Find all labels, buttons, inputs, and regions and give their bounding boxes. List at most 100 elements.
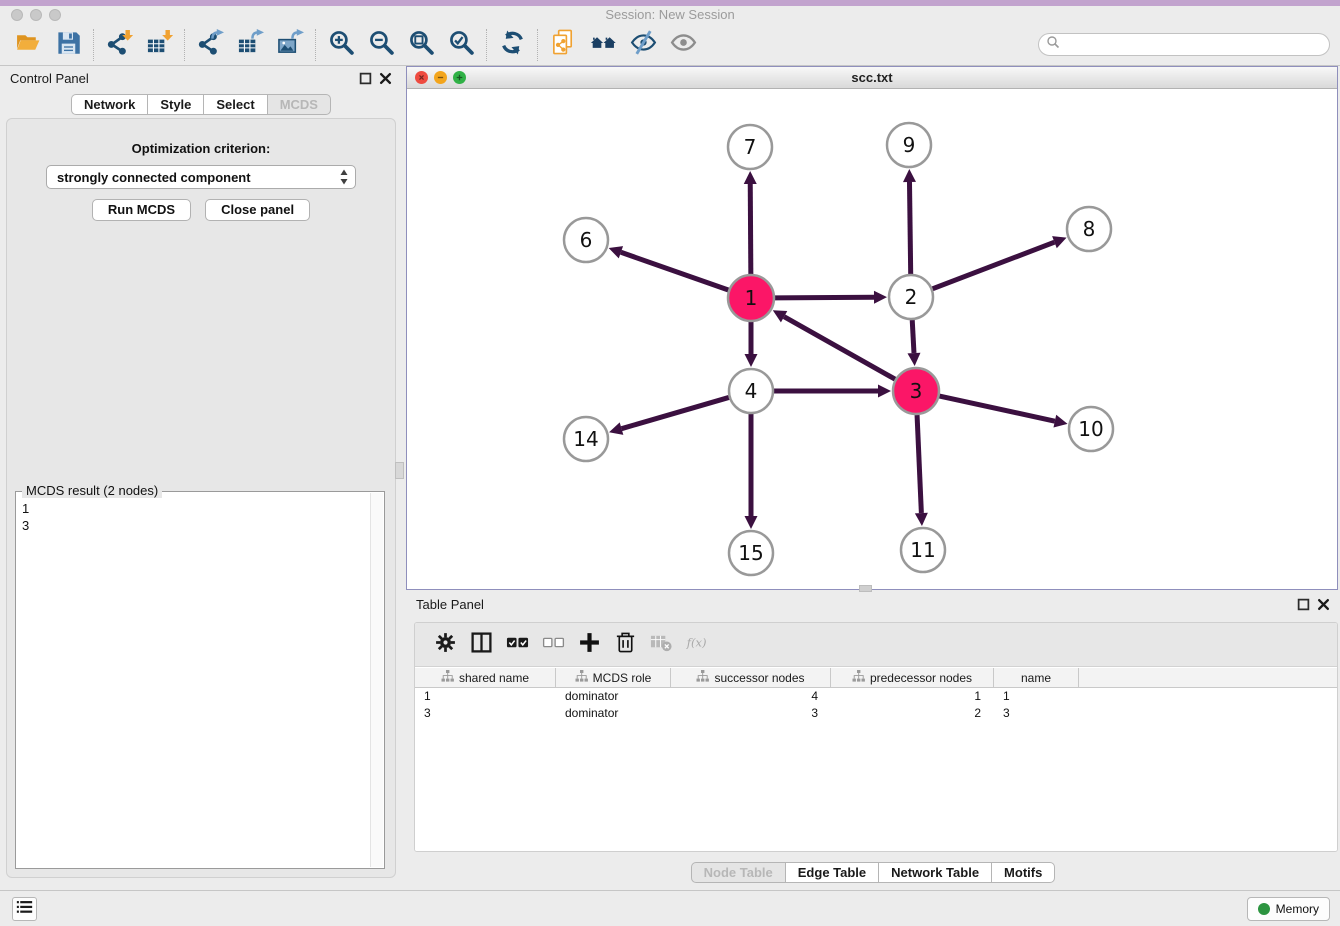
edge-2-to-9[interactable]: [903, 169, 916, 274]
save-session-button[interactable]: [48, 27, 88, 63]
close-panel-icon[interactable]: [379, 72, 392, 85]
graph-node-9[interactable]: 9: [887, 123, 931, 167]
edge-2-to-3[interactable]: [907, 320, 920, 366]
run-mcds-button[interactable]: Run MCDS: [92, 199, 191, 221]
edge-3-to-11[interactable]: [915, 415, 928, 526]
graph-node-15[interactable]: 15: [729, 531, 773, 575]
edge-4-to-15[interactable]: [745, 414, 758, 529]
delete-table-button: [643, 627, 679, 663]
zoom-traffic-icon[interactable]: [49, 9, 61, 21]
float-panel-icon[interactable]: [1297, 598, 1310, 611]
table-row[interactable]: 3dominator323: [415, 705, 1337, 722]
delete-column-button[interactable]: [607, 627, 643, 663]
criterion-select[interactable]: strongly connected component: [46, 165, 356, 189]
close-panel-button[interactable]: Close panel: [205, 199, 310, 221]
open-session-button[interactable]: [8, 27, 48, 63]
tab-select[interactable]: Select: [203, 94, 266, 115]
zoom-in-button[interactable]: [321, 27, 361, 63]
graph-node-2[interactable]: 2: [889, 275, 933, 319]
hide-graphics-details-button[interactable]: [623, 27, 663, 63]
close-panel-icon[interactable]: [1317, 598, 1330, 611]
table-cell[interactable]: dominator: [556, 705, 671, 722]
edge-4-to-3[interactable]: [774, 385, 891, 398]
graph-node-7[interactable]: 7: [728, 125, 772, 169]
edge-1-to-6[interactable]: [609, 246, 729, 290]
toolbar-separator: [184, 29, 185, 61]
edge-3-to-1[interactable]: [773, 310, 895, 379]
zoom-selected-button[interactable]: [441, 27, 481, 63]
table-cell[interactable]: 1: [994, 688, 1079, 705]
float-panel-icon[interactable]: [359, 72, 372, 85]
graph-node-8[interactable]: 8: [1067, 207, 1111, 251]
tab-edge-table[interactable]: Edge Table: [785, 862, 878, 883]
graph-node-3[interactable]: 3: [893, 368, 939, 414]
edge-4-to-14[interactable]: [609, 397, 729, 434]
edge-2-to-8[interactable]: [932, 236, 1066, 289]
result-scrollbar[interactable]: [370, 493, 383, 867]
tab-node-table[interactable]: Node Table: [691, 862, 785, 883]
column-header-mcds-role[interactable]: MCDS role: [556, 668, 671, 687]
edge-1-to-4[interactable]: [745, 322, 758, 367]
tab-motifs[interactable]: Motifs: [991, 862, 1055, 883]
table-cell[interactable]: 3: [994, 705, 1079, 722]
export-image-button[interactable]: [270, 27, 310, 63]
minimize-window-icon[interactable]: [434, 71, 447, 84]
tab-style[interactable]: Style: [147, 94, 203, 115]
home-button[interactable]: [583, 27, 623, 63]
table-cell[interactable]: dominator: [556, 688, 671, 705]
table-settings-gear-button[interactable]: [427, 627, 463, 663]
graph-node-6[interactable]: 6: [564, 218, 608, 262]
task-history-button[interactable]: [12, 897, 37, 921]
edge-3-to-10[interactable]: [939, 396, 1067, 427]
network-window-titlebar[interactable]: scc.txt: [407, 67, 1337, 89]
table-cell[interactable]: 1: [831, 688, 994, 705]
vertical-splitter-grip[interactable]: [395, 462, 404, 479]
edge-1-to-7[interactable]: [744, 171, 757, 274]
table-panel: Table Panel f(x) shared nameMCDS rolesuc…: [406, 592, 1340, 890]
network-canvas[interactable]: 7 9 6 8 1 2 4 3 14 10 15 11: [407, 89, 1337, 589]
table-cell[interactable]: 1: [415, 688, 556, 705]
clone-network-button[interactable]: [543, 27, 583, 63]
graph-node-4[interactable]: 4: [729, 369, 773, 413]
graph-node-11[interactable]: 11: [901, 528, 945, 572]
table-row[interactable]: 1dominator411: [415, 688, 1337, 705]
search-input[interactable]: [1064, 38, 1325, 52]
table-cell[interactable]: 3: [671, 705, 831, 722]
export-table-button[interactable]: [230, 27, 270, 63]
minimize-traffic-icon[interactable]: [30, 9, 42, 21]
memory-button[interactable]: Memory: [1247, 897, 1330, 921]
tab-network[interactable]: Network: [71, 94, 147, 115]
search-box[interactable]: [1038, 33, 1330, 56]
zoom-fit-button[interactable]: [401, 27, 441, 63]
unselect-all-columns-button[interactable]: [535, 627, 571, 663]
table-cell[interactable]: 2: [831, 705, 994, 722]
table-cell[interactable]: 4: [671, 688, 831, 705]
add-column-button[interactable]: [571, 627, 607, 663]
column-header-predecessor-nodes[interactable]: predecessor nodes: [831, 668, 994, 687]
graph-node-14[interactable]: 14: [564, 417, 608, 461]
mcds-result-group[interactable]: MCDS result (2 nodes) 13: [15, 491, 385, 869]
refresh-view-button[interactable]: [492, 27, 532, 63]
column-header-name[interactable]: name: [994, 668, 1079, 687]
memory-status-icon: [1258, 903, 1270, 915]
tab-mcds[interactable]: MCDS: [267, 94, 331, 115]
column-layout-button[interactable]: [463, 627, 499, 663]
import-network-button[interactable]: [99, 27, 139, 63]
column-header-label: name: [1021, 671, 1051, 685]
graph-node-1[interactable]: 1: [728, 275, 774, 321]
tab-network-table[interactable]: Network Table: [878, 862, 991, 883]
select-all-columns-button[interactable]: [499, 627, 535, 663]
table-cell[interactable]: 3: [415, 705, 556, 722]
edge-1-to-2[interactable]: [775, 291, 887, 304]
close-traffic-icon[interactable]: [11, 9, 23, 21]
column-header-shared-name[interactable]: shared name: [415, 668, 556, 687]
export-network-button[interactable]: [190, 27, 230, 63]
import-table-button[interactable]: [139, 27, 179, 63]
zoom-window-icon[interactable]: [453, 71, 466, 84]
column-header-successor-nodes[interactable]: successor nodes: [671, 668, 831, 687]
horizontal-splitter-grip[interactable]: [859, 585, 872, 592]
show-graphics-details-button[interactable]: [663, 27, 703, 63]
graph-node-10[interactable]: 10: [1069, 407, 1113, 451]
close-window-icon[interactable]: [415, 71, 428, 84]
zoom-out-button[interactable]: [361, 27, 401, 63]
